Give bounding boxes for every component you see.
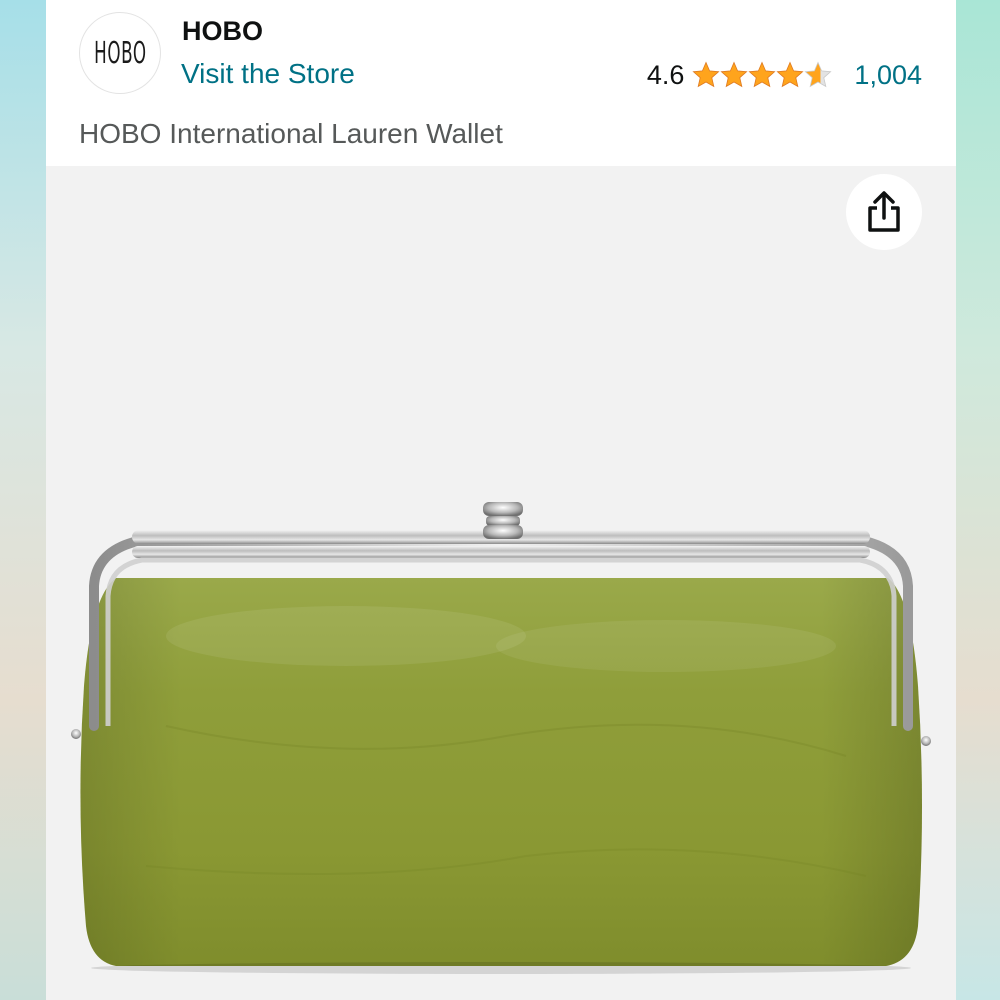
product-title: HOBO International Lauren Wallet [79, 118, 503, 149]
brand-name: HOBO [182, 16, 263, 46]
rating-summary[interactable]: 4.6 1,004 [647, 58, 922, 92]
star-rating [692, 61, 832, 89]
star-icon [693, 62, 832, 87]
product-header: HOBO HOBO Visit the Store 4.6 1,004 HOBO… [46, 0, 956, 166]
visit-store-link[interactable]: Visit the Store [181, 58, 355, 90]
review-count-link[interactable]: 1,004 [854, 60, 922, 91]
brand-logo-text: HOBO [93, 35, 147, 71]
product-image[interactable] [46, 166, 956, 1000]
background-left-strip [0, 0, 46, 1000]
brand-logo[interactable]: HOBO [79, 12, 161, 94]
rating-value: 4.6 [646, 59, 685, 90]
share-button[interactable] [846, 174, 922, 250]
wallet-image [71, 502, 931, 974]
share-icon [868, 191, 900, 232]
product-card: HOBO HOBO Visit the Store 4.6 1,004 HOBO… [46, 0, 956, 1000]
background-right-strip [956, 0, 1000, 1000]
